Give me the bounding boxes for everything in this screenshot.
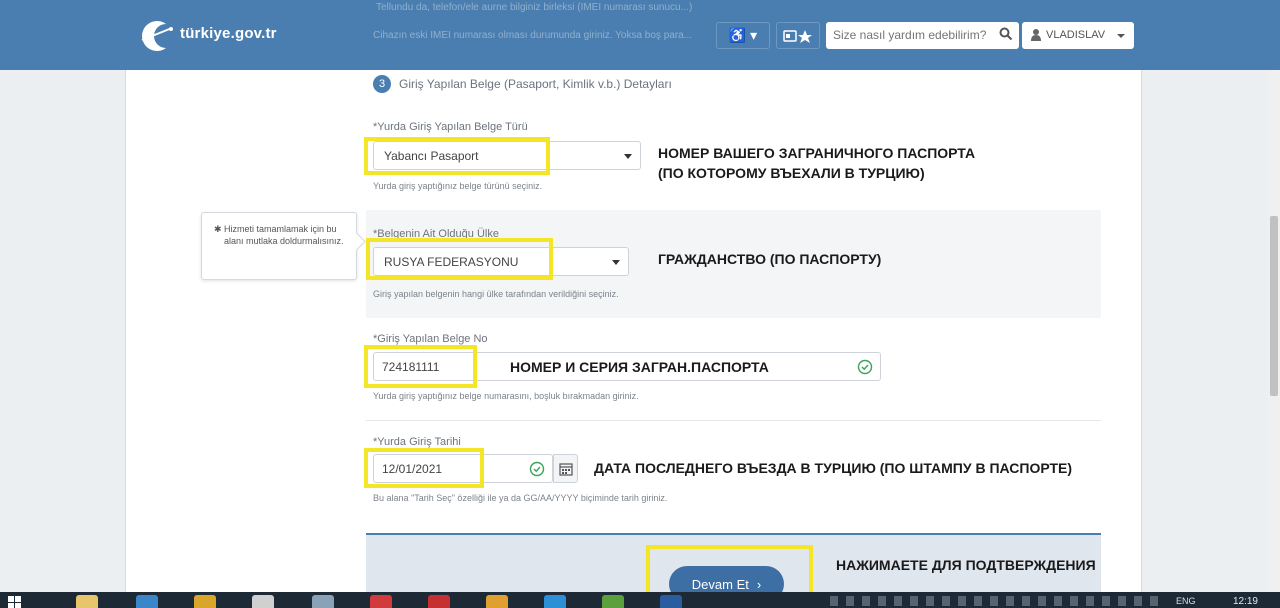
clock[interactable]: 12:19 <box>1233 596 1258 607</box>
entry-date-help: Bu alana "Tarih Seç" özelliği ile ya da … <box>373 493 668 503</box>
site-header: Tellundu da, telefon/ele aurne bilginiz … <box>0 0 1280 70</box>
obscured-text-line: Tellundu da, telefon/ele aurne bilginiz … <box>376 2 693 13</box>
doc-no-value: 724181111 <box>382 360 440 374</box>
doc-type-value: Yabancı Pasaport <box>384 149 479 163</box>
country-label: *Belgenin Ait Olduğu Ülke <box>373 228 499 240</box>
edge-legacy-icon[interactable] <box>136 595 158 608</box>
required-field-tooltip: ✱ Hizmeti tamamlamak için bu alanı mutla… <box>201 212 366 280</box>
chevron-down-icon <box>624 154 632 159</box>
file-explorer-icon[interactable] <box>76 595 98 608</box>
step-number: 3 <box>373 75 391 93</box>
app-icon[interactable] <box>370 595 392 608</box>
hp-icon[interactable] <box>252 595 274 608</box>
user-name: VLADISLAV <box>1046 29 1106 41</box>
annotation-entry-date: ДАТА ПОСЛЕДНЕГО ВЪЕЗДА В ТУРЦИЮ (ПО ШТАМ… <box>594 460 1073 476</box>
entry-date-label: *Yurda Giriş Tarihi <box>373 436 461 448</box>
entry-date-value: 12/01/2021 <box>382 462 443 476</box>
search-input[interactable] <box>833 26 993 44</box>
chrome-icon[interactable] <box>486 595 508 608</box>
windows-taskbar: ENG 12:19 <box>0 592 1280 608</box>
obscured-help-line: Cihazın eski IMEI numarası olması durumu… <box>373 30 693 41</box>
doc-type-select[interactable]: Yabancı Pasaport <box>373 141 641 170</box>
section-header: 3 Giriş Yapılan Belge (Pasaport, Kimlik … <box>373 75 672 93</box>
annotation-doc-type: НОМЕР ВАШЕГО ЗАГРАНИЧНОГО ПАСПОРТА (ПО К… <box>658 143 975 183</box>
annotation-doc-no: НОМЕР И СЕРИЯ ЗАГРАН.ПАСПОРТА <box>510 359 769 375</box>
sign-language-button[interactable] <box>776 22 820 49</box>
divider <box>366 420 1101 421</box>
crescent-logo-icon <box>141 21 173 52</box>
doc-type-help: Yurda giriş yaptığınız belge türünü seçi… <box>373 181 543 191</box>
doc-type-label: *Yurda Giriş Yapılan Belge Türü <box>373 121 528 133</box>
edge-icon[interactable] <box>544 595 566 608</box>
tooltip-text: Hizmeti tamamlamak için bu alanı mutlaka… <box>224 224 344 246</box>
tray-icons <box>830 596 1160 606</box>
country-help: Giriş yapılan belgenin hangi ülke tarafı… <box>373 289 619 299</box>
country-select[interactable]: RUSYA FEDERASYONU <box>373 247 629 276</box>
user-icon <box>1031 29 1041 41</box>
turkiye-gov-logo[interactable]: türkiye.gov.tr <box>136 16 336 56</box>
search-icon[interactable] <box>999 27 1013 41</box>
doc-no-help: Yurda giriş yaptığınız belge numarasını,… <box>373 391 639 401</box>
app-icon[interactable] <box>602 595 624 608</box>
annotation-line: (ПО КОТОРОМУ ВЪЕХАЛИ В ТУРЦИЮ) <box>658 165 925 181</box>
continue-label: Devam Et <box>691 576 749 592</box>
logo-text: türkiye.gov.tr <box>180 25 277 42</box>
windows-start-icon[interactable] <box>8 596 22 608</box>
language-indicator[interactable]: ENG <box>1176 596 1196 606</box>
chevron-down-icon <box>612 260 620 265</box>
doc-no-label: *Giriş Yapılan Belge No <box>373 333 488 345</box>
annotation-country: ГРАЖДАНСТВО (ПО ПАСПОРТУ) <box>658 251 882 267</box>
check-circle-icon <box>857 359 873 375</box>
annotation-line: НОМЕР ВАШЕГО ЗАГРАНИЧНОГО ПАСПОРТА <box>658 145 976 161</box>
chevron-right-icon: › <box>756 576 762 592</box>
chevron-down-icon <box>1117 34 1125 38</box>
app-icon[interactable] <box>312 595 334 608</box>
check-circle-icon <box>529 461 545 477</box>
word-icon[interactable] <box>660 595 682 608</box>
calendar-icon <box>559 463 573 476</box>
country-value: RUSYA FEDERASYONU <box>384 255 519 269</box>
scrollbar-thumb[interactable] <box>1270 216 1278 396</box>
opera-icon[interactable] <box>428 595 450 608</box>
user-menu[interactable]: VLADISLAV <box>1022 22 1134 49</box>
date-picker-button[interactable] <box>553 454 578 483</box>
annotation-continue: НАЖИМАЕТЕ ДЛЯ ПОДТВЕРЖДЕНИЯ <box>836 557 1096 573</box>
entry-date-input[interactable]: 12/01/2021 <box>373 454 553 483</box>
accessibility-dropdown[interactable]: ♿ ▾ <box>716 22 770 49</box>
section-title: Giriş Yapılan Belge (Pasaport, Kimlik v.… <box>399 77 672 91</box>
app-icon[interactable] <box>194 595 216 608</box>
page-scrollbar[interactable] <box>1268 0 1280 592</box>
id-card-star-icon <box>783 29 812 43</box>
asterisk-icon: ✱ <box>214 224 222 234</box>
search-box <box>826 22 1019 49</box>
